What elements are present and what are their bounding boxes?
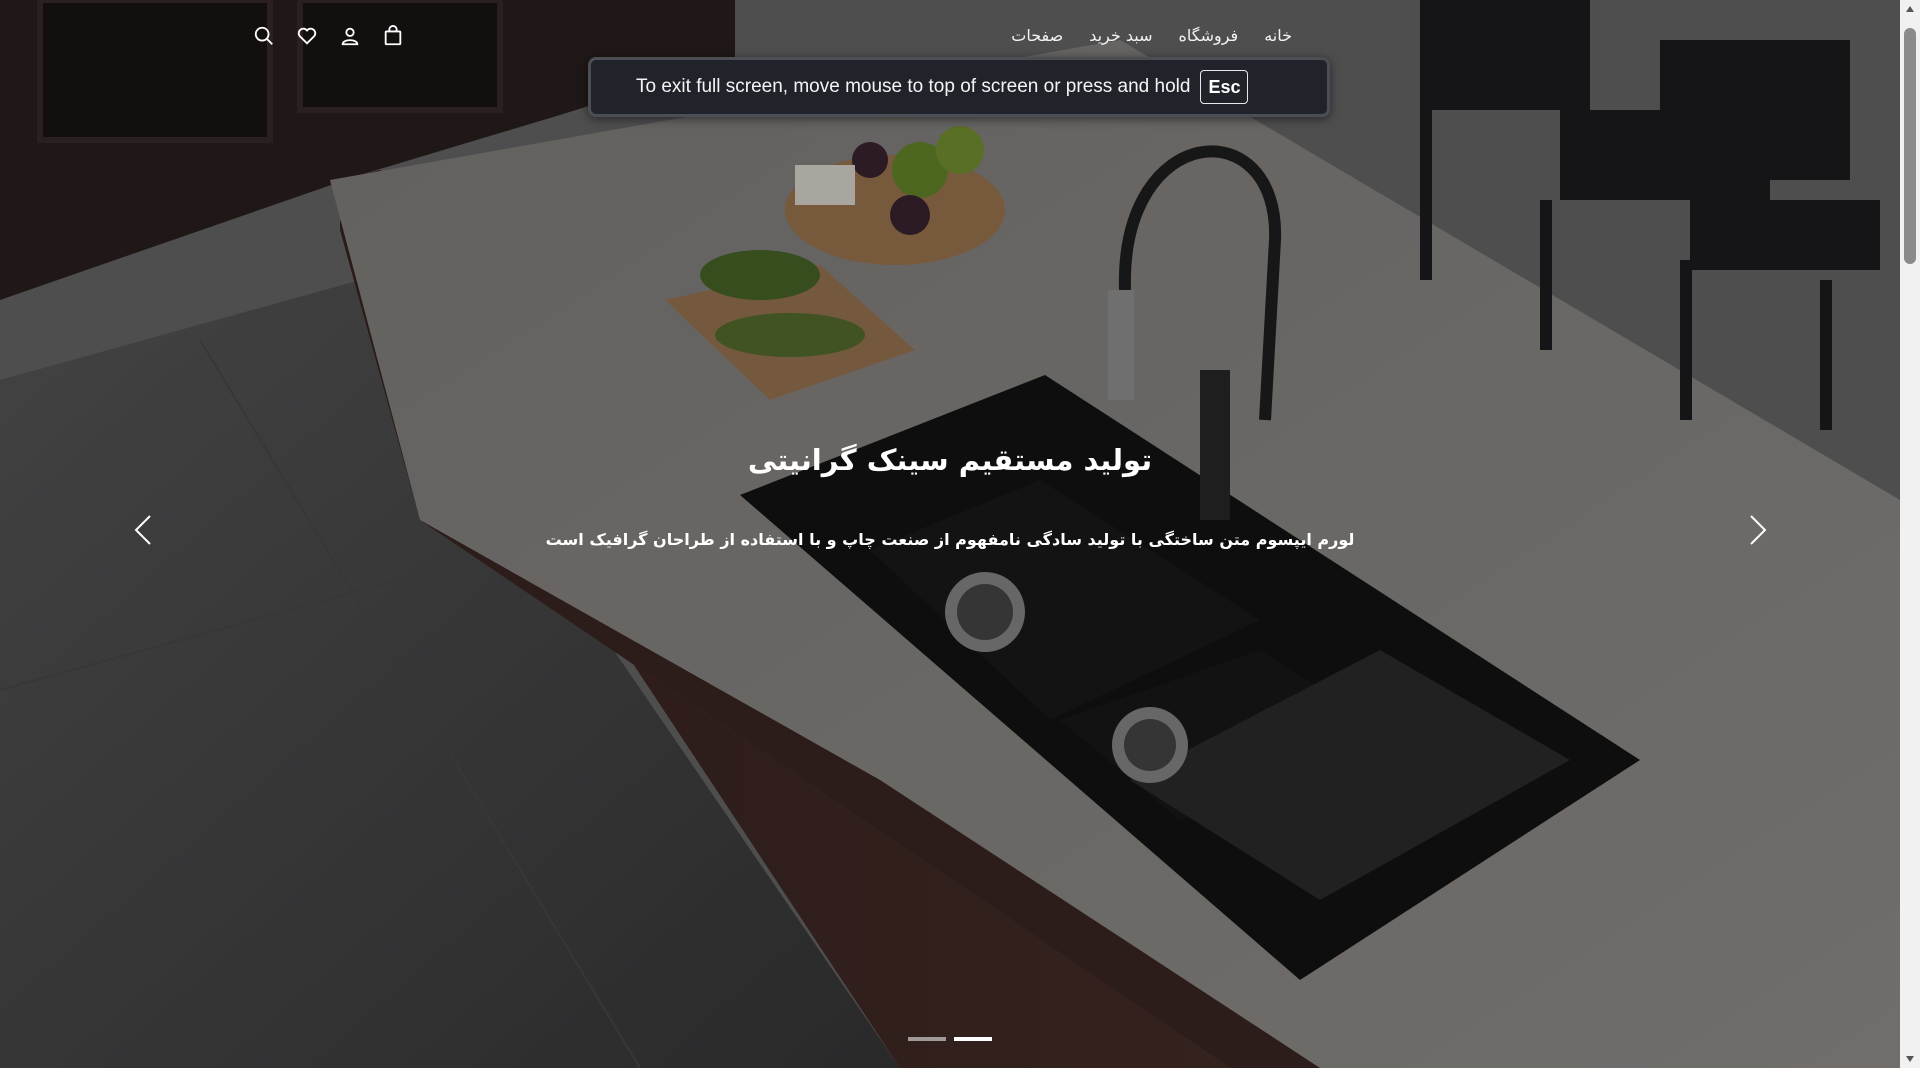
fullscreen-notice-text: To exit full screen, move mouse to top o… <box>636 76 1191 97</box>
slider-prev-arrow-icon[interactable] <box>128 513 158 547</box>
slider-dot-2[interactable] <box>954 1037 992 1041</box>
shopping-bag-icon[interactable] <box>381 24 405 48</box>
nav-link-pages[interactable]: صفحات <box>1011 26 1063 45</box>
slider-dot-1[interactable] <box>908 1037 946 1041</box>
slider-pagination <box>908 1037 992 1041</box>
top-navigation: خانه فروشگاه سبد خرید صفحات <box>0 22 1900 56</box>
hero-slider: خانه فروشگاه سبد خرید صفحات تولید مستقیم… <box>0 0 1900 1068</box>
nav-links: خانه فروشگاه سبد خرید صفحات <box>1011 26 1292 45</box>
scrollbar-thumb[interactable] <box>1904 28 1916 264</box>
scroll-up-arrow-icon[interactable] <box>1900 0 1920 18</box>
fullscreen-exit-notice: To exit full screen, move mouse to top o… <box>588 57 1330 117</box>
hero-subtitle: لورم ایپسوم متن ساختگی با تولید سادگی نا… <box>545 530 1355 549</box>
nav-icons <box>252 24 405 48</box>
slider-next-arrow-icon[interactable] <box>1743 513 1773 547</box>
page-bottom-edge <box>0 1068 1920 1080</box>
nav-link-home[interactable]: خانه <box>1264 26 1292 45</box>
nav-link-cart[interactable]: سبد خرید <box>1089 26 1152 45</box>
vertical-scrollbar[interactable] <box>1900 0 1920 1068</box>
esc-key-badge: Esc <box>1200 70 1249 104</box>
hero-title: تولید مستقیم سینک گرانیتی <box>747 443 1153 477</box>
user-icon[interactable] <box>338 24 362 48</box>
scroll-down-arrow-icon[interactable] <box>1900 1050 1920 1068</box>
search-icon[interactable] <box>252 24 276 48</box>
nav-link-shop[interactable]: فروشگاه <box>1179 26 1239 45</box>
heart-icon[interactable] <box>295 24 319 48</box>
